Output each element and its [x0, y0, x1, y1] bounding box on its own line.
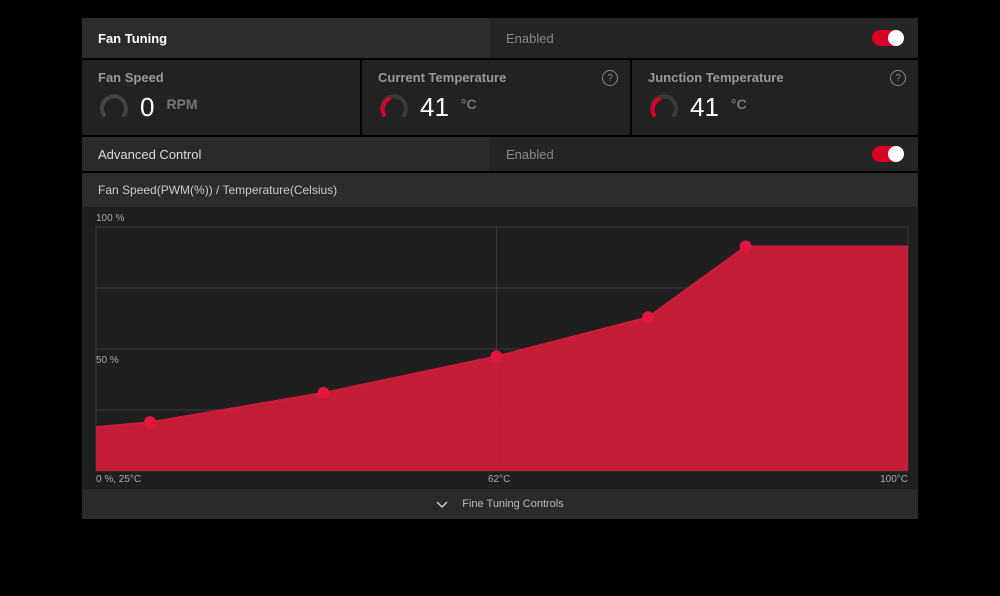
current-temp-unit: °C [461, 96, 477, 112]
fine-tuning-label: Fine Tuning Controls [462, 498, 564, 510]
chevron-down-icon [436, 500, 448, 508]
fan-tuning-status-cell: Enabled [490, 18, 918, 58]
fan-tuning-panel: Fan Tuning Enabled Fan Speed 0 RPM Curre… [82, 18, 918, 519]
chart-origin-label: 0 %, 25°C [96, 474, 141, 485]
chart-y-label-50: 50 % [96, 355, 119, 366]
help-icon[interactable]: ? [602, 70, 618, 86]
fan-speed-title: Fan Speed [98, 70, 344, 85]
junction-temp-unit: °C [731, 96, 747, 112]
current-temp-title: Current Temperature [378, 70, 614, 85]
fan-curve-chart[interactable]: 100 % 50 % 0 %, 25°C 62°C 100°C [82, 207, 918, 489]
current-temp-metric: Current Temperature ? 41 °C [360, 60, 630, 135]
junction-temp-metric: Junction Temperature ? 41 °C [630, 60, 918, 135]
advanced-control-toggle[interactable] [872, 146, 904, 162]
fan-tuning-title: Fan Tuning [82, 18, 490, 58]
help-icon[interactable]: ? [890, 70, 906, 86]
metrics-row: Fan Speed 0 RPM Current Temperature ? [82, 60, 918, 137]
current-temp-value: 41 [420, 92, 449, 123]
chart-y-label-100: 100 % [96, 213, 124, 224]
fan-tuning-status-label: Enabled [506, 31, 554, 46]
chart-x-label-mid: 62°C [488, 474, 510, 485]
advanced-control-row: Advanced Control Enabled [82, 137, 918, 173]
gauge-icon [648, 91, 680, 123]
chart-x-label-max: 100°C [880, 474, 908, 485]
fan-speed-value: 0 [140, 92, 154, 123]
chart-header: Fan Speed(PWM(%)) / Temperature(Celsius) [82, 173, 918, 207]
fine-tuning-controls-button[interactable]: Fine Tuning Controls [82, 489, 918, 519]
junction-temp-title: Junction Temperature [648, 70, 902, 85]
gauge-icon [378, 91, 410, 123]
advanced-control-title: Advanced Control [82, 137, 490, 171]
fan-speed-metric: Fan Speed 0 RPM [82, 60, 360, 135]
fan-tuning-header-row: Fan Tuning Enabled [82, 18, 918, 60]
advanced-control-status-cell: Enabled [490, 137, 918, 171]
fan-speed-unit: RPM [166, 96, 197, 112]
advanced-control-status-label: Enabled [506, 147, 554, 162]
gauge-icon [98, 91, 130, 123]
junction-temp-value: 41 [690, 92, 719, 123]
fan-tuning-toggle[interactable] [872, 30, 904, 46]
